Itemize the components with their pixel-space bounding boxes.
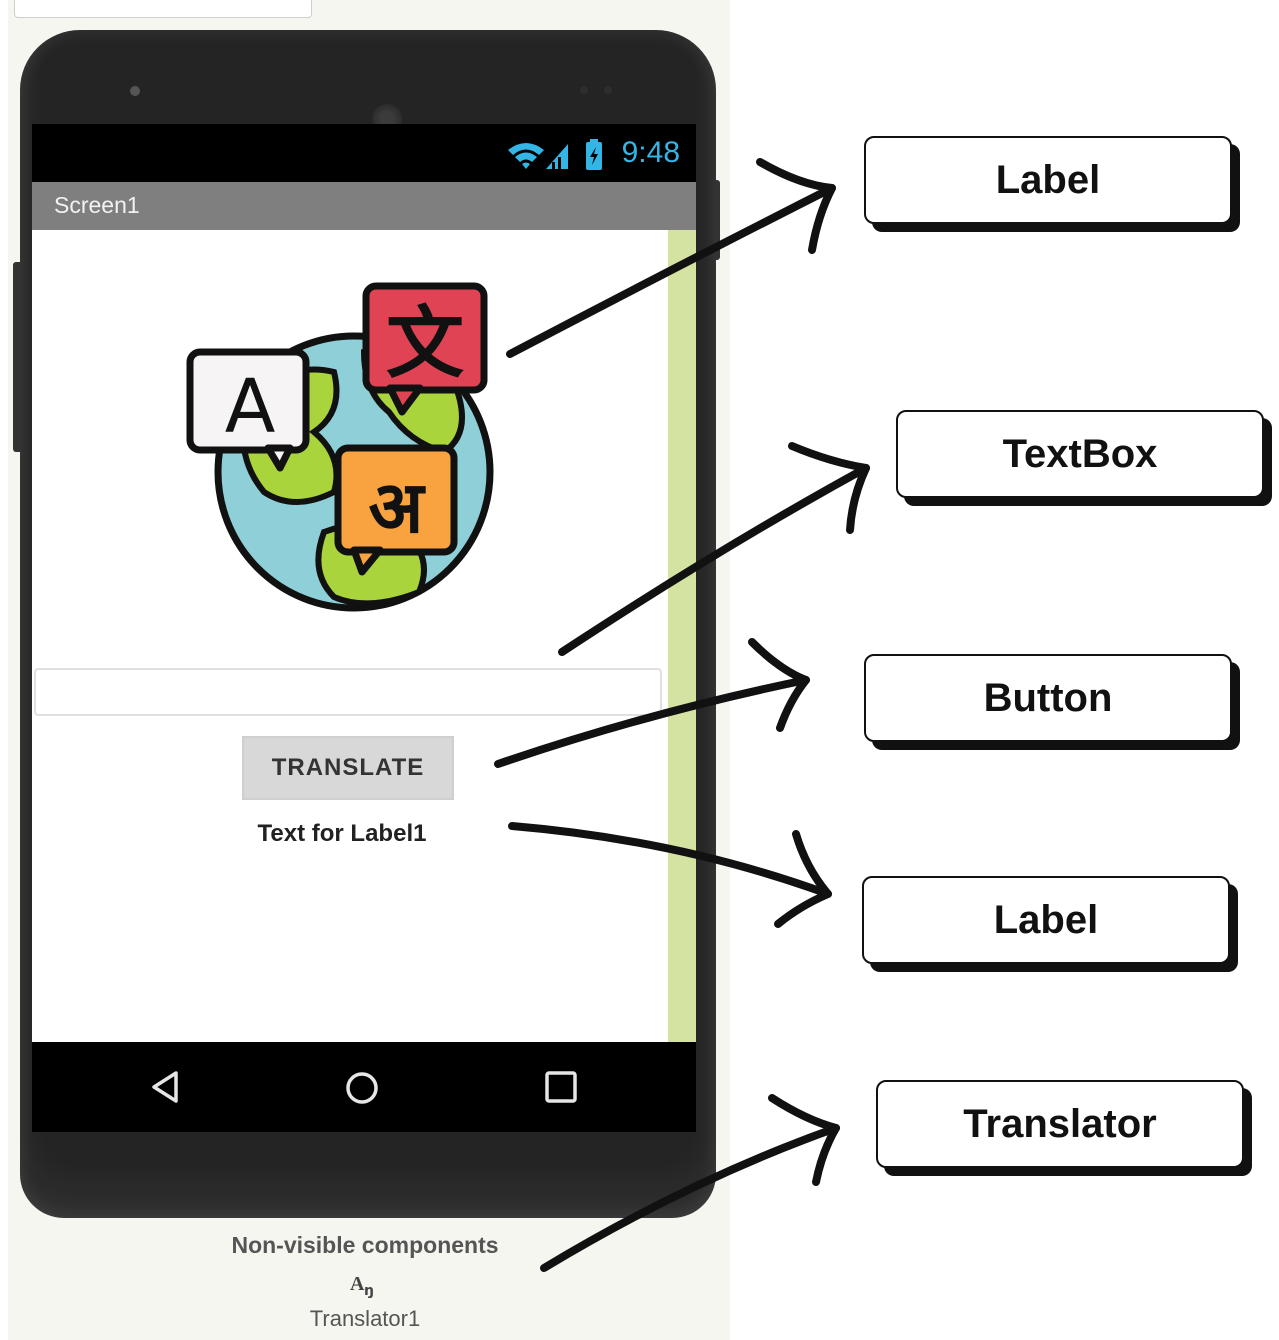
top-input-widget[interactable] [14,0,312,18]
callout-button: Button [864,654,1232,742]
home-icon[interactable] [344,1070,380,1106]
globe-translate-image: 文 A अ [186,282,494,612]
app-content-area: 文 A अ TRANSLATE Text for Label1 [32,230,696,1042]
latin-bubble-icon: A [186,348,310,472]
translate-button[interactable]: TRANSLATE [242,736,454,800]
svg-text:अ: अ [368,465,426,549]
non-visible-components-title: Non-visible components [231,1232,499,1258]
front-sensor [130,86,140,96]
svg-text:文: 文 [386,299,464,389]
svg-text:ŋ: ŋ [364,1283,374,1298]
proximity-sensor [580,86,588,94]
status-bar: 9:48 [32,124,696,182]
callout-textbox: TextBox [896,410,1264,498]
recents-icon[interactable] [544,1070,578,1104]
callout-translator: Translator [876,1080,1244,1168]
scrollbar[interactable] [668,230,696,1042]
chinese-bubble-icon: 文 [362,282,488,416]
callout-label-bottom: Label [862,876,1230,964]
output-label: Text for Label1 [257,820,427,847]
signal-icon [546,144,568,169]
navigation-bar [32,1042,696,1132]
battery-icon [586,139,602,170]
back-icon[interactable] [150,1070,180,1104]
hindi-bubble-icon: अ [334,444,458,576]
screen-title-bar: Screen1 [32,182,696,230]
wifi-icon [508,143,544,169]
callout-label-top: Label [864,136,1232,224]
translator-icon[interactable]: A ŋ [348,1270,382,1298]
proximity-sensor-2 [604,86,612,94]
phone-screen: 9:48 Screen1 文 A अ TRANSLATE Text for La… [32,124,696,1132]
translator-component-name[interactable]: Translator1 [0,1306,730,1332]
svg-text:A: A [350,1273,365,1295]
text-input-box[interactable] [34,668,662,716]
status-time: 9:48 [621,136,680,169]
screen-title: Screen1 [54,192,140,218]
svg-text:A: A [225,364,276,450]
